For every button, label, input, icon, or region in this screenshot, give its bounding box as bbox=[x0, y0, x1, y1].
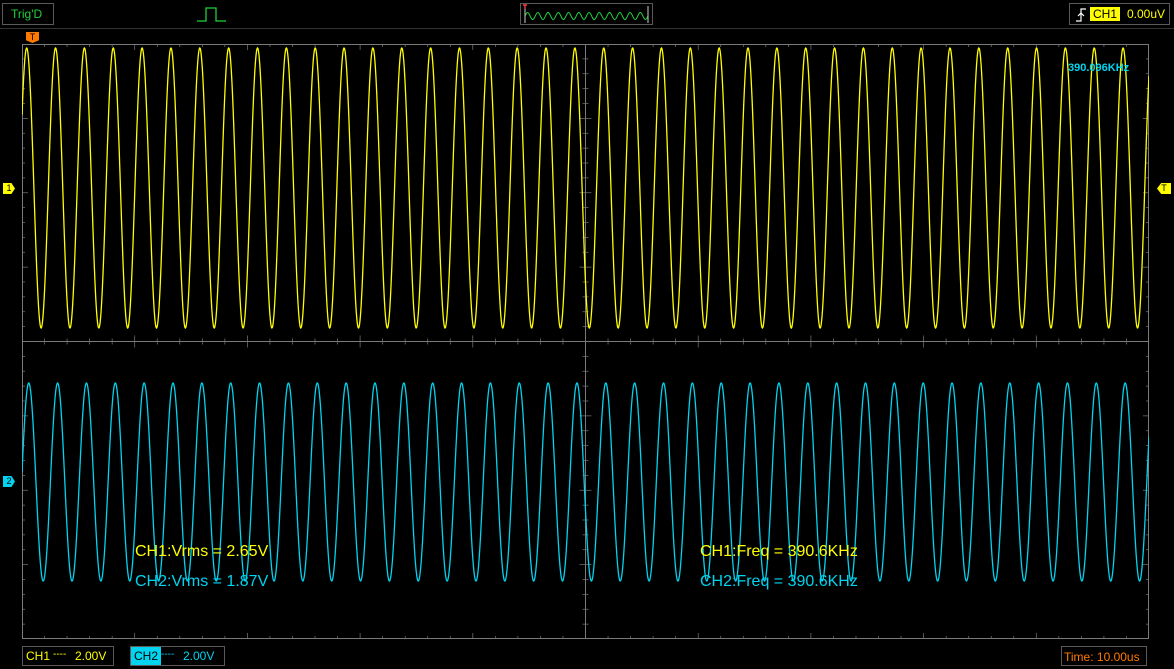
trigger-info[interactable]: CH1 0.00uV bbox=[1069, 3, 1170, 25]
top-status-bar: Trig'D CH1 0.00uV bbox=[0, 0, 1174, 29]
ch2-freq-measurement: CH2:Freq = 390.6KHz bbox=[700, 573, 858, 590]
ch2-volts-per-div: 2.00V bbox=[183, 649, 215, 663]
bottom-status-bar: CH1 ---- 2.00V CH2 ---- 2.00V Time: 10.0… bbox=[0, 645, 1174, 669]
ch2-offset-marker[interactable]: 2 bbox=[3, 476, 15, 487]
frequency-counter: 390.096KHz bbox=[1068, 62, 1130, 74]
trigger-position-marker[interactable]: T bbox=[26, 32, 39, 43]
ch2-coupling-icon: ---- bbox=[161, 649, 175, 660]
ch2-scale-box[interactable]: CH2 ---- 2.00V bbox=[130, 646, 225, 666]
trigger-status: Trig'D bbox=[2, 3, 54, 25]
ch1-scale-box[interactable]: CH1 ---- 2.00V bbox=[22, 646, 114, 666]
ch1-coupling-icon: ---- bbox=[53, 649, 67, 660]
timebase[interactable]: Time: 10.00us bbox=[1061, 646, 1147, 666]
pulse-icon bbox=[197, 7, 226, 22]
waveform-overview-icon[interactable] bbox=[520, 3, 653, 25]
trigger-level: 0.00uV bbox=[1127, 7, 1166, 21]
ch1-freq-measurement: CH1:Freq = 390.6KHz bbox=[700, 543, 858, 560]
rising-edge-icon bbox=[1076, 8, 1086, 22]
ch2-vrms-measurement: CH2:Vrms = 1.87V bbox=[135, 573, 269, 590]
trigger-level-marker[interactable]: T bbox=[1157, 183, 1171, 194]
ch1-volts-per-div: 2.00V bbox=[75, 649, 107, 663]
trigger-source: CH1 bbox=[1090, 7, 1121, 21]
ch1-offset-marker[interactable]: 1 bbox=[3, 183, 15, 194]
ch2-label: CH2 bbox=[131, 647, 162, 665]
ch1-vrms-measurement: CH1:Vrms = 2.65V bbox=[135, 543, 269, 560]
ch1-label: CH1 bbox=[26, 649, 51, 663]
